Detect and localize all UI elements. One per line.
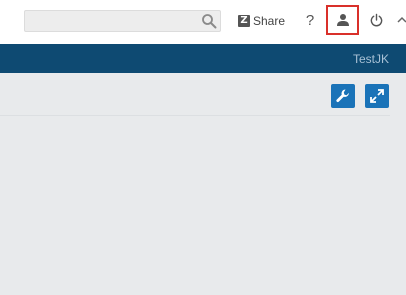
zoho-logo-icon: Z bbox=[238, 15, 250, 27]
chevron-up-icon[interactable] bbox=[397, 15, 406, 25]
help-button[interactable]: ? bbox=[303, 12, 317, 30]
user-profile-button[interactable] bbox=[326, 5, 359, 35]
wrench-icon bbox=[336, 89, 349, 103]
expand-button[interactable] bbox=[365, 84, 389, 108]
share-button[interactable]: Z Share bbox=[238, 12, 285, 30]
expand-icon bbox=[370, 89, 384, 103]
search-input[interactable] bbox=[24, 10, 221, 32]
power-icon[interactable] bbox=[369, 13, 384, 28]
workspace-nav-bar: TestJK bbox=[0, 44, 406, 73]
search-icon[interactable] bbox=[201, 13, 217, 29]
workspace-name[interactable]: TestJK bbox=[353, 52, 389, 66]
top-bar: Z Share ? bbox=[0, 0, 406, 44]
settings-button[interactable] bbox=[331, 84, 355, 108]
main-content bbox=[0, 73, 406, 295]
content-toolbar bbox=[0, 73, 406, 115]
share-label: Share bbox=[253, 14, 286, 28]
toolbar-divider bbox=[0, 115, 390, 116]
user-icon bbox=[336, 14, 349, 26]
